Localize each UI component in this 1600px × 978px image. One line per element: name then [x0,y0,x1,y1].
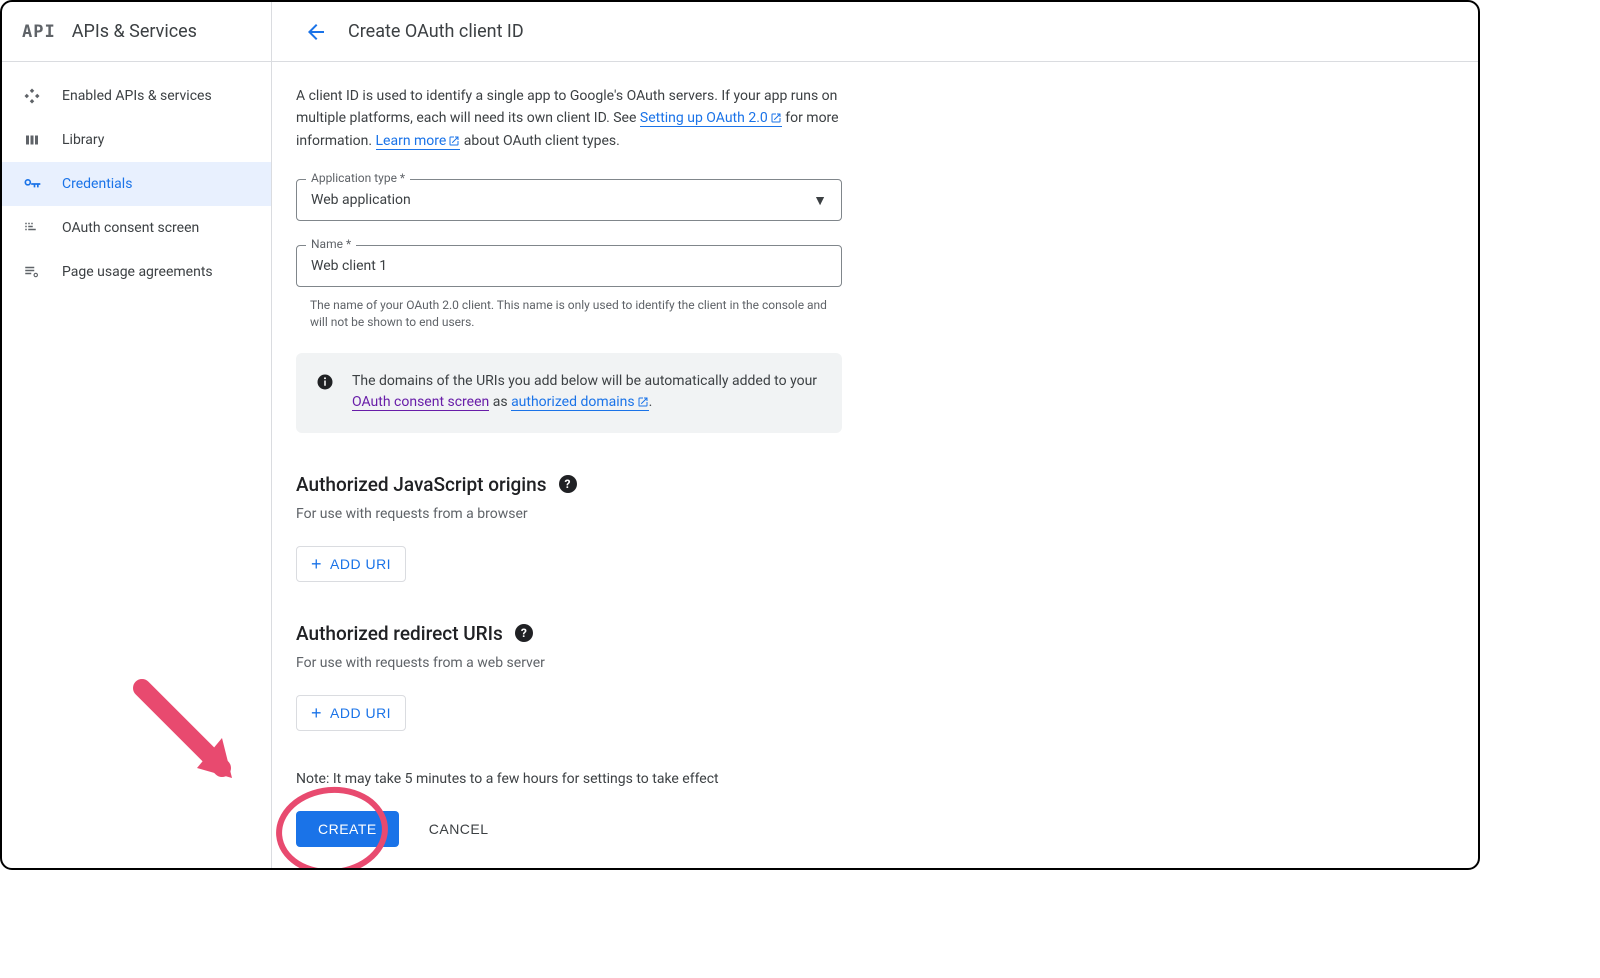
app-type-label: Application type * [306,171,410,185]
sidebar-header: API APIs & Services [2,2,271,62]
nav-enabled-apis[interactable]: Enabled APIs & services [2,74,271,118]
action-buttons: CREATE CANCEL [296,811,1454,847]
link-authorized-domains[interactable]: authorized domains [511,394,649,411]
name-label: Name * [306,237,356,251]
nav-label: Enabled APIs & services [62,88,212,104]
consent-icon [22,218,42,238]
intro-text: A client ID is used to identify a single… [296,86,842,155]
app-type-value: Web application [311,192,411,208]
nav-page-usage[interactable]: Page usage agreements [2,250,271,294]
cancel-button[interactable]: CANCEL [429,821,489,837]
section-redirect-sub: For use with requests from a web server [296,655,1454,671]
settings-list-icon [22,262,42,282]
diamond-icon [22,86,42,106]
app-type-select[interactable]: Web application ▼ [296,179,842,221]
content: A client ID is used to identify a single… [272,62,1478,868]
main-header: Create OAuth client ID [272,2,1478,62]
nav-label: Page usage agreements [62,264,213,280]
chevron-down-icon: ▼ [813,192,827,209]
section-redirect-title: Authorized redirect URIs ? [296,622,1454,645]
arrow-left-icon [304,20,328,44]
nav-library[interactable]: Library [2,118,271,162]
plus-icon: + [311,555,322,573]
field-name: Name * [296,245,842,287]
create-button[interactable]: CREATE [296,811,399,847]
info-box: The domains of the URIs you add below wi… [296,353,842,433]
field-app-type: Application type * Web application ▼ [296,179,842,221]
link-consent-screen[interactable]: OAuth consent screen [352,394,489,411]
sidebar-title: APIs & Services [72,21,197,42]
nav-consent-screen[interactable]: OAuth consent screen [2,206,271,250]
name-help-text: The name of your OAuth 2.0 client. This … [296,295,842,333]
link-setting-up-oauth[interactable]: Setting up OAuth 2.0 [640,110,782,127]
note-text: Note: It may take 5 minutes to a few hou… [296,771,1454,787]
sidebar: API APIs & Services Enabled APIs & servi… [2,2,272,868]
nav-label: Library [62,132,104,148]
info-text: The domains of the URIs you add below wi… [352,371,822,415]
main: Create OAuth client ID A client ID is us… [272,2,1478,868]
nav-credentials[interactable]: Credentials [2,162,271,206]
back-button[interactable] [296,12,336,52]
add-uri-js-button[interactable]: + ADD URI [296,546,406,582]
link-learn-more[interactable]: Learn more [376,133,461,150]
add-uri-redirect-button[interactable]: + ADD URI [296,695,406,731]
external-link-icon [637,394,649,415]
api-logo: API [22,22,56,42]
help-icon[interactable]: ? [515,624,533,642]
external-link-icon [448,133,460,155]
library-icon [22,130,42,150]
key-icon [22,174,42,194]
external-link-icon [770,110,782,132]
sidebar-nav: Enabled APIs & services Library Credenti… [2,62,271,294]
nav-label: OAuth consent screen [62,220,199,236]
section-js-origins-title: Authorized JavaScript origins ? [296,473,1454,496]
section-js-origins-sub: For use with requests from a browser [296,506,1454,522]
help-icon[interactable]: ? [559,475,577,493]
page-title: Create OAuth client ID [348,21,524,42]
name-input[interactable] [296,245,842,287]
info-icon [316,373,334,391]
nav-label: Credentials [62,176,132,192]
plus-icon: + [311,704,322,722]
